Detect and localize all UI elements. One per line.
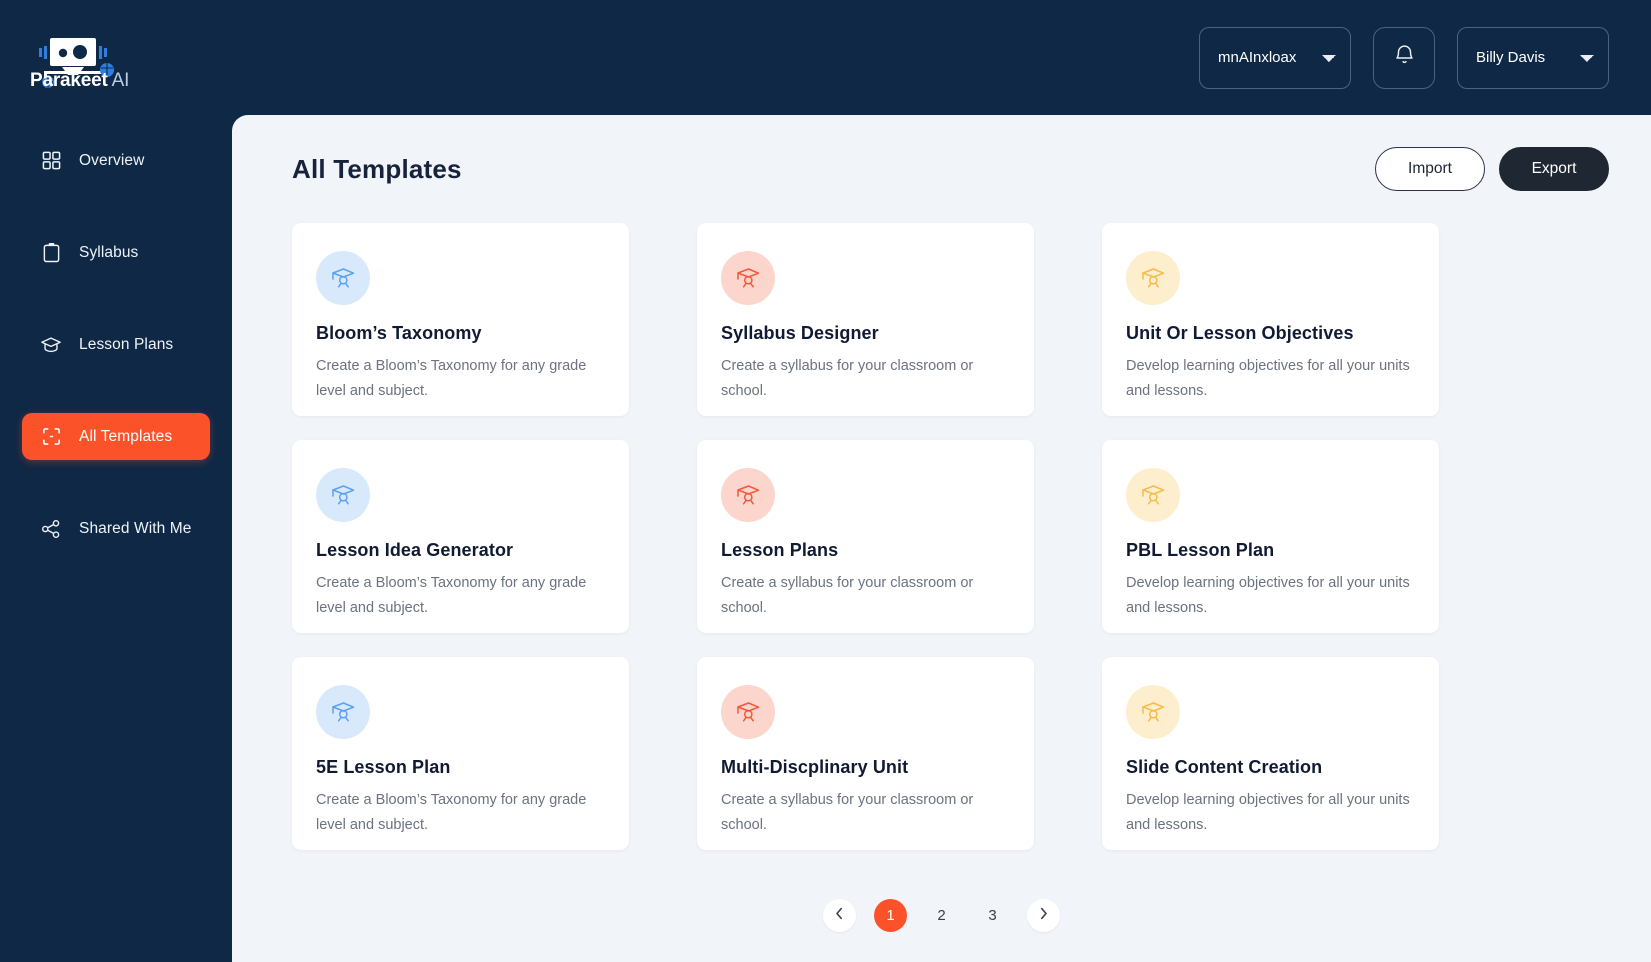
sidebar-item-label: Overview	[79, 151, 145, 169]
bell-icon	[1394, 44, 1415, 72]
template-card-title: Lesson Plans	[721, 540, 839, 560]
sidebar-item-syllabus[interactable]: Syllabus	[22, 229, 210, 276]
graduation-cap-icon	[721, 251, 775, 305]
grid-icon	[40, 150, 62, 172]
template-card-title: Syllabus Designer	[721, 323, 879, 343]
import-button[interactable]: Import	[1375, 147, 1485, 191]
template-card[interactable]: PBL Lesson Plan Develop learning objecti…	[1102, 440, 1439, 633]
page-title: All Templates	[292, 153, 462, 184]
chevron-left-icon	[834, 907, 845, 924]
template-card[interactable]: Syllabus Designer Create a syllabus for …	[697, 223, 1034, 416]
template-card[interactable]: 5E Lesson Plan Create a Bloom’s Taxonomy…	[292, 657, 629, 850]
sidebar-item-shared-with-me[interactable]: Shared With Me	[22, 505, 210, 552]
template-card-desc: Create a syllabus for your classroom or …	[721, 358, 974, 399]
template-card-desc: Create a Bloom’s Taxonomy for any grade …	[316, 575, 587, 616]
pagination: 1 2 3	[232, 899, 1651, 932]
frame-icon	[40, 426, 62, 448]
sidebar-item-all-templates[interactable]: All Templates	[22, 413, 210, 460]
export-button[interactable]: Export	[1499, 147, 1609, 191]
template-card[interactable]: Slide Content Creation Develop learning …	[1102, 657, 1439, 850]
template-card-title: Unit Or Lesson Objectives	[1126, 323, 1354, 343]
graduation-cap-icon	[721, 685, 775, 739]
template-card-desc: Create a Bloom’s Taxonomy for any grade …	[316, 792, 587, 833]
graduation-cap-icon	[40, 334, 62, 356]
template-card-desc: Create a Bloom’s Taxonomy for any grade …	[316, 358, 587, 399]
pagination-page-2[interactable]: 2	[925, 899, 958, 932]
template-card[interactable]: Bloom’s Taxonomy Create a Bloom’s Taxono…	[292, 223, 629, 416]
template-card-title: Multi-Discplinary Unit	[721, 757, 909, 777]
graduation-cap-icon	[1126, 685, 1180, 739]
graduation-cap-icon	[1126, 251, 1180, 305]
template-card[interactable]: Multi-Discplinary Unit Create a syllabus…	[697, 657, 1034, 850]
template-card-desc: Develop learning objectives for all your…	[1126, 792, 1410, 833]
template-card[interactable]: Lesson Idea Generator Create a Bloom’s T…	[292, 440, 629, 633]
sidebar-item-label: All Templates	[79, 427, 173, 445]
main-panel: All Templates Import Export Bloom’s Taxo…	[232, 115, 1651, 962]
template-card-title: Bloom’s Taxonomy	[316, 323, 482, 343]
brand-name-bold: Parakeet	[30, 70, 108, 91]
graduation-cap-icon	[1126, 468, 1180, 522]
notifications-button[interactable]	[1373, 26, 1435, 89]
pagination-page-3[interactable]: 3	[976, 899, 1009, 932]
template-card-desc: Develop learning objectives for all your…	[1126, 575, 1410, 616]
template-card[interactable]: Unit Or Lesson Objectives Develop learni…	[1102, 223, 1439, 416]
template-card-title: Slide Content Creation	[1126, 757, 1323, 777]
organization-select[interactable]: mnAInxloax	[1199, 26, 1351, 89]
brand-logo[interactable]: Parakeet AI	[0, 0, 232, 115]
sidebar: Parakeet AI Overview Syllabus Lesson Pla…	[0, 0, 232, 962]
pagination-page-1[interactable]: 1	[874, 899, 907, 932]
graduation-cap-icon	[316, 685, 370, 739]
template-card-title: Lesson Idea Generator	[316, 540, 514, 560]
templates-grid: Bloom’s Taxonomy Create a Bloom’s Taxono…	[262, 223, 1609, 850]
sidebar-item-overview[interactable]: Overview	[22, 137, 210, 184]
template-card-title: PBL Lesson Plan	[1126, 540, 1275, 560]
clipboard-icon	[40, 242, 62, 264]
graduation-cap-icon	[316, 468, 370, 522]
template-card-desc: Create a syllabus for your classroom or …	[721, 575, 974, 616]
graduation-cap-icon	[721, 468, 775, 522]
sidebar-item-label: Syllabus	[79, 243, 139, 261]
sidebar-nav: Overview Syllabus Lesson Plans All Templ…	[0, 137, 232, 597]
sidebar-item-lesson-plans[interactable]: Lesson Plans	[22, 321, 210, 368]
template-card-desc: Create a syllabus for your classroom or …	[721, 792, 974, 833]
pagination-next-button[interactable]	[1027, 899, 1060, 932]
main-header: All Templates Import Export	[262, 147, 1609, 191]
chevron-right-icon	[1038, 907, 1049, 924]
brand-name-light: AI	[111, 70, 130, 91]
template-card-title: 5E Lesson Plan	[316, 757, 451, 777]
sidebar-item-label: Shared With Me	[79, 519, 192, 537]
topbar: mnAInxloax Billy Davis	[182, 0, 1651, 115]
pagination-prev-button[interactable]	[823, 899, 856, 932]
graduation-cap-icon	[316, 251, 370, 305]
share-icon	[40, 518, 62, 540]
app-root: Parakeet AI Overview Syllabus Lesson Pla…	[0, 0, 1651, 962]
sidebar-item-label: Lesson Plans	[79, 335, 174, 353]
template-card[interactable]: Lesson Plans Create a syllabus for your …	[697, 440, 1034, 633]
header-actions: Import Export	[1375, 147, 1609, 191]
user-menu-select[interactable]: Billy Davis	[1457, 26, 1609, 89]
template-card-desc: Develop learning objectives for all your…	[1126, 358, 1410, 399]
